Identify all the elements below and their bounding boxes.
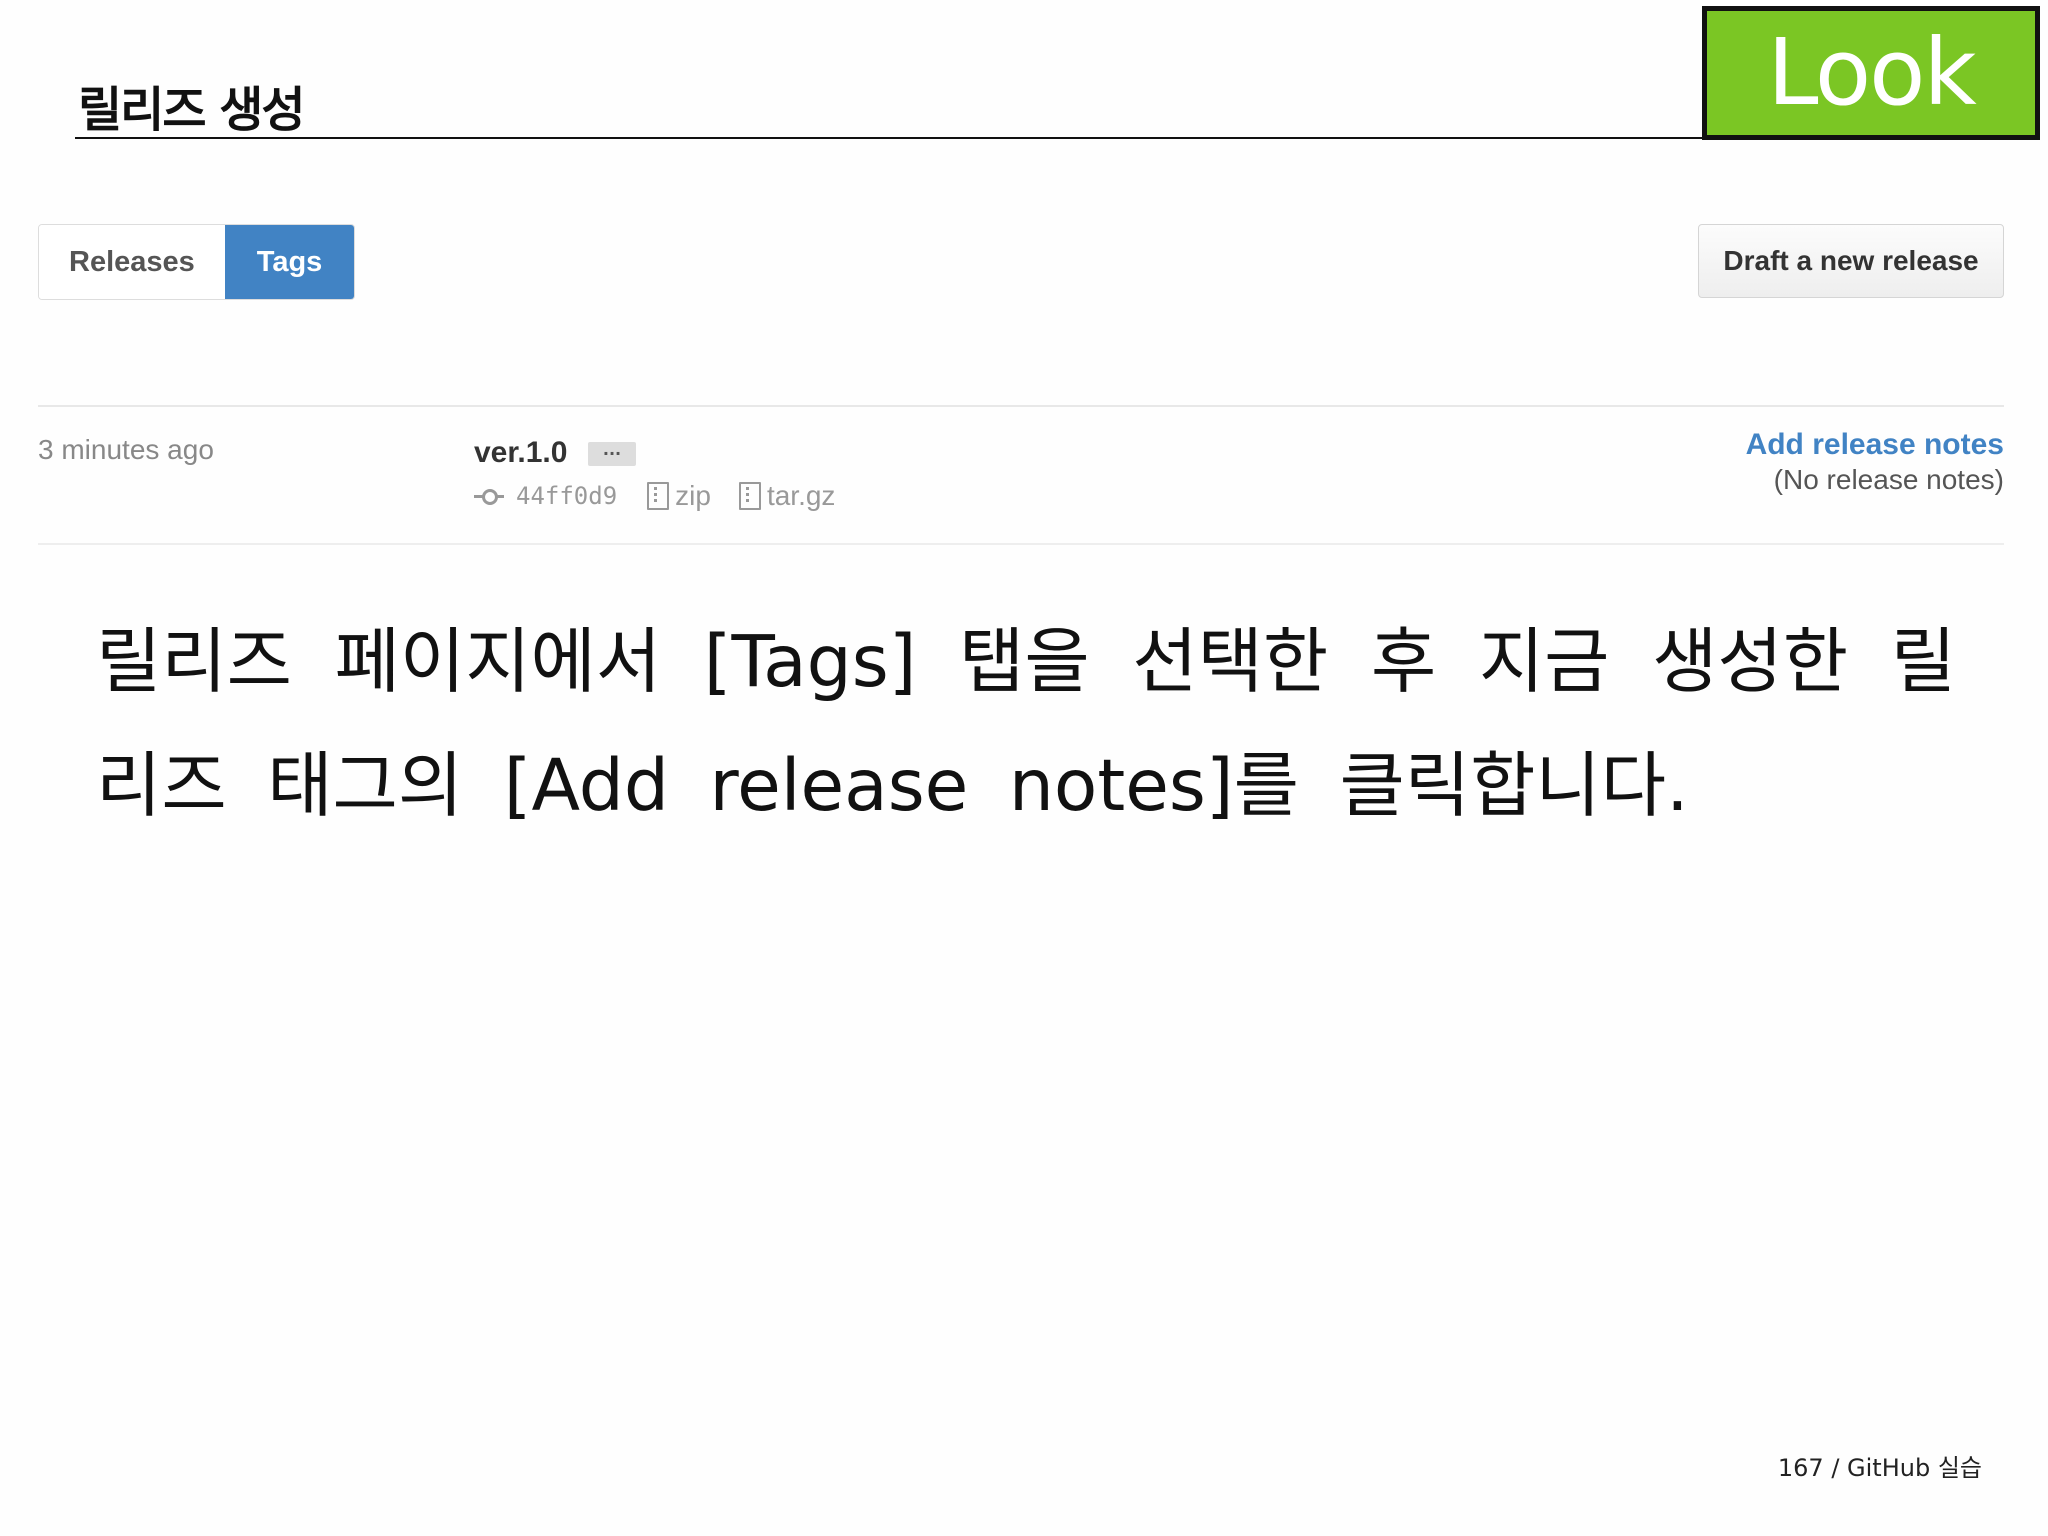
page-footer: 167 / GitHub 실습 (1777, 1454, 1982, 1482)
commit-sha-link[interactable]: 44ff0d9 (516, 482, 617, 510)
slide-title: 릴리즈 생성 (78, 82, 306, 138)
tag-timestamp: 3 minutes ago (38, 434, 214, 465)
file-zip-icon (647, 482, 670, 510)
instruction-text: 릴리즈 페이지에서 [Tags] 탭을 선택한 후 지금 생성한 릴리즈 태그의… (96, 620, 1956, 827)
download-zip-link[interactable]: zip (675, 480, 711, 512)
no-release-notes-label: (No release notes) (1773, 464, 2004, 495)
tab-tags[interactable]: Tags (224, 225, 355, 299)
row-divider-bottom (38, 543, 2004, 545)
commit-icon (474, 486, 504, 506)
tag-name-link[interactable]: ver.1.0 (474, 436, 567, 470)
add-release-notes-link[interactable]: Add release notes (1746, 428, 2004, 462)
release-subnav: Releases Tags (38, 224, 356, 300)
draft-new-release-button[interactable]: Draft a new release (1698, 224, 2004, 298)
title-divider (75, 137, 1705, 139)
expand-ellipsis-button[interactable]: ··· (588, 442, 636, 466)
look-badge: Look (1702, 6, 2040, 140)
github-releases-screenshot (0, 150, 2048, 550)
file-tar-icon (738, 482, 761, 510)
row-divider-top (38, 405, 2004, 407)
tab-releases[interactable]: Releases (39, 225, 225, 299)
tag-meta-row: 44ff0d9 zip tar.gz (474, 478, 863, 514)
download-tar-link[interactable]: tar.gz (767, 480, 835, 512)
